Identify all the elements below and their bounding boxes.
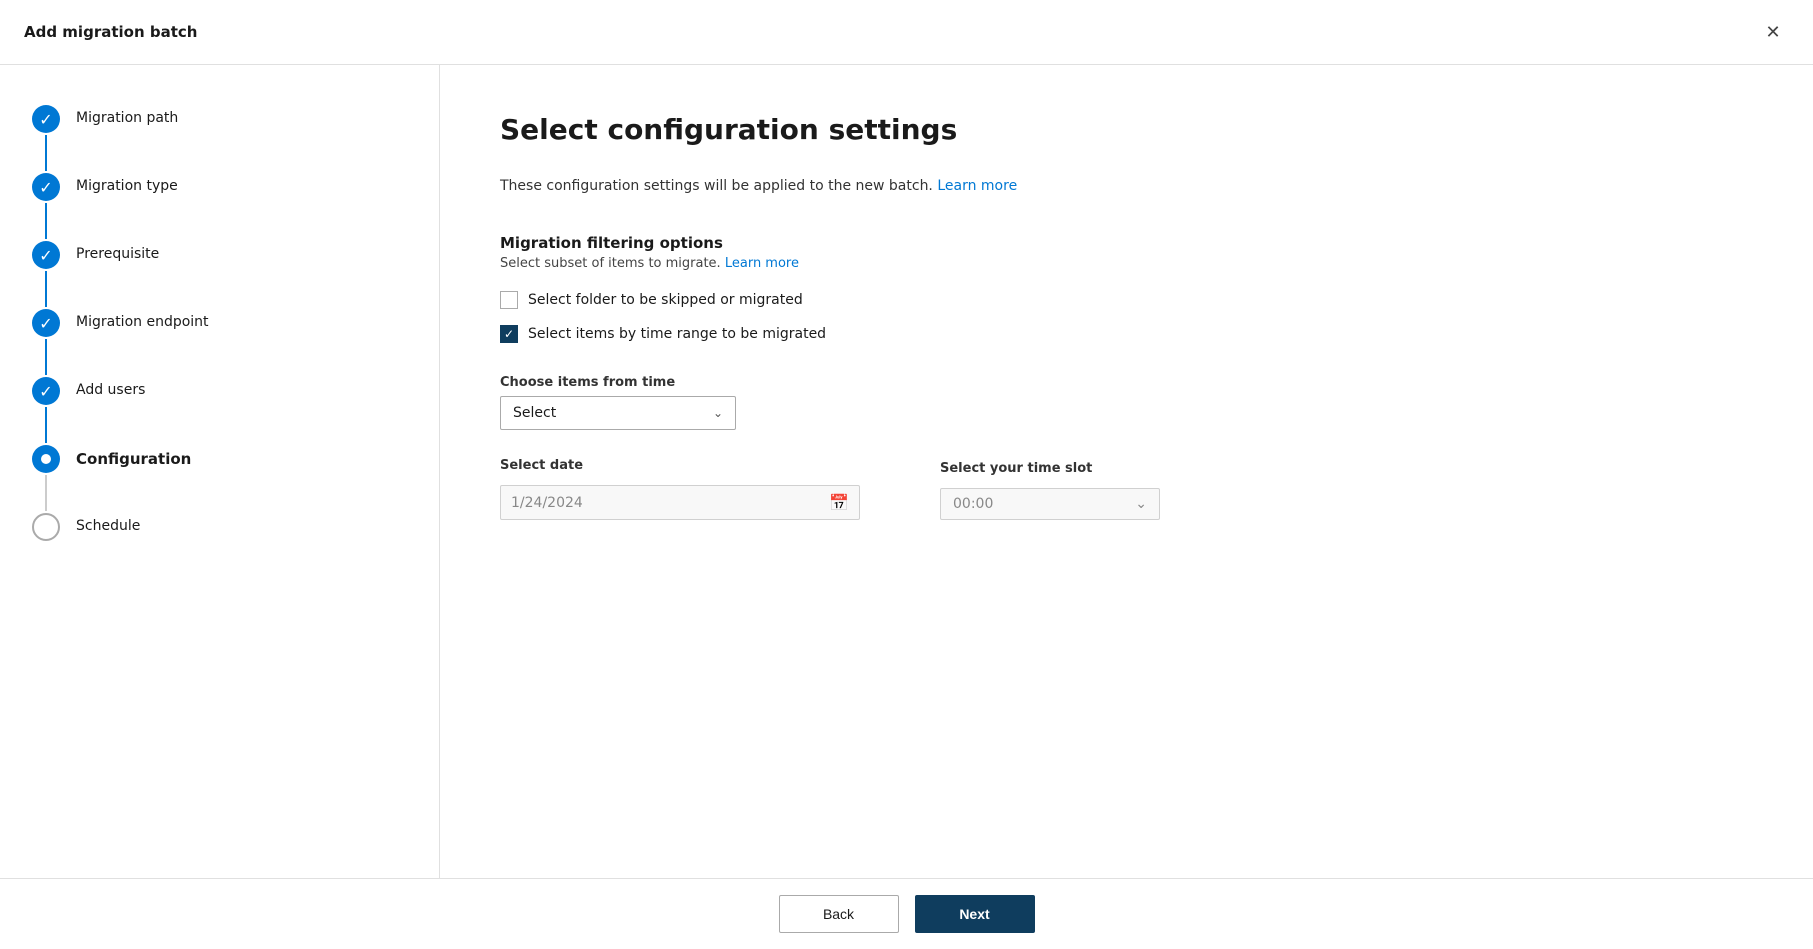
date-time-row: Select date 1/24/2024 📅 Select your time… [500, 458, 1753, 520]
checkmark-icon: ✓ [39, 314, 52, 333]
step-item-add-users: ✓ Add users [32, 377, 407, 445]
step-line-3 [45, 271, 47, 307]
step-line-6 [45, 475, 47, 511]
checkmark-icon: ✓ [39, 382, 52, 401]
time-select[interactable]: 00:00 ⌄ [940, 488, 1160, 520]
active-dot [41, 454, 51, 464]
step-line-1 [45, 135, 47, 171]
checkbox-row-timerange: ✓ Select items by time range to be migra… [500, 325, 1753, 343]
step-label-configuration: Configuration [76, 445, 191, 470]
date-value: 1/24/2024 [511, 495, 583, 511]
choose-items-section: Choose items from time Select ⌄ [500, 375, 1753, 430]
time-field-wrap: Select your time slot 00:00 ⌄ [940, 461, 1160, 520]
filtering-section: Migration filtering options Select subse… [500, 234, 1753, 343]
step-label-migration-endpoint: Migration endpoint [76, 309, 209, 333]
calendar-icon: 📅 [829, 493, 849, 512]
date-field-label: Select date [500, 458, 860, 473]
step-connector-migration-endpoint: ✓ [32, 309, 60, 377]
step-item-migration-path: ✓ Migration path [32, 105, 407, 173]
step-circle-migration-type: ✓ [32, 173, 60, 201]
next-button[interactable]: Next [915, 895, 1035, 933]
step-connector-migration-path: ✓ [32, 105, 60, 173]
step-circle-migration-path: ✓ [32, 105, 60, 133]
step-connector-add-users: ✓ [32, 377, 60, 445]
checkbox-timerange-filter[interactable]: ✓ [500, 325, 518, 343]
step-label-schedule: Schedule [76, 513, 140, 537]
description-text: These configuration settings will be app… [500, 178, 1753, 194]
learn-more-link[interactable]: Learn more [937, 178, 1017, 194]
checkmark-icon: ✓ [39, 246, 52, 265]
filtering-section-subtitle: Select subset of items to migrate. Learn… [500, 256, 1753, 271]
choose-items-dropdown[interactable]: Select ⌄ [500, 396, 736, 430]
time-value: 00:00 [953, 496, 993, 512]
step-circle-prerequisite: ✓ [32, 241, 60, 269]
page-title: Select configuration settings [500, 113, 1753, 146]
choose-items-label: Choose items from time [500, 375, 1753, 390]
step-item-migration-endpoint: ✓ Migration endpoint [32, 309, 407, 377]
checkbox-row-folder: Select folder to be skipped or migrated [500, 291, 1753, 309]
step-connector-configuration [32, 445, 60, 513]
close-button[interactable]: ✕ [1757, 16, 1789, 48]
checkmark-icon: ✓ [39, 110, 52, 129]
checkmark-icon: ✓ [504, 327, 514, 341]
step-label-migration-type: Migration type [76, 173, 178, 197]
date-field-wrap: Select date 1/24/2024 📅 [500, 458, 860, 520]
date-input[interactable]: 1/24/2024 📅 [500, 485, 860, 520]
content-panel: Select configuration settings These conf… [440, 65, 1813, 878]
sidebar: ✓ Migration path ✓ Migration type ✓ [0, 65, 440, 878]
footer: Back Next [0, 878, 1813, 949]
chevron-down-icon: ⌄ [713, 406, 723, 420]
step-connector-prerequisite: ✓ [32, 241, 60, 309]
step-connector-migration-type: ✓ [32, 173, 60, 241]
step-line-2 [45, 203, 47, 239]
filtering-section-title: Migration filtering options [500, 234, 1753, 252]
title-bar: Add migration batch ✕ [0, 0, 1813, 65]
step-circle-migration-endpoint: ✓ [32, 309, 60, 337]
step-line-5 [45, 407, 47, 443]
step-circle-schedule [32, 513, 60, 541]
step-label-migration-path: Migration path [76, 105, 178, 129]
step-line-4 [45, 339, 47, 375]
filter-learn-more-link[interactable]: Learn more [725, 256, 799, 271]
step-circle-add-users: ✓ [32, 377, 60, 405]
back-button[interactable]: Back [779, 895, 899, 933]
step-item-configuration: Configuration [32, 445, 407, 513]
time-field-label: Select your time slot [940, 461, 1160, 476]
step-label-add-users: Add users [76, 377, 145, 401]
checkbox-folder-label: Select folder to be skipped or migrated [528, 292, 803, 308]
dropdown-value: Select [513, 405, 556, 421]
main-content: ✓ Migration path ✓ Migration type ✓ [0, 65, 1813, 878]
checkbox-timerange-label: Select items by time range to be migrate… [528, 326, 826, 342]
checkmark-icon: ✓ [39, 178, 52, 197]
chevron-down-icon: ⌄ [1135, 496, 1147, 512]
step-item-schedule: Schedule [32, 513, 407, 541]
step-item-prerequisite: ✓ Prerequisite [32, 241, 407, 309]
step-connector-schedule [32, 513, 60, 541]
step-circle-configuration [32, 445, 60, 473]
step-item-migration-type: ✓ Migration type [32, 173, 407, 241]
dialog-title: Add migration batch [24, 23, 197, 41]
step-label-prerequisite: Prerequisite [76, 241, 159, 265]
checkbox-folder-filter[interactable] [500, 291, 518, 309]
